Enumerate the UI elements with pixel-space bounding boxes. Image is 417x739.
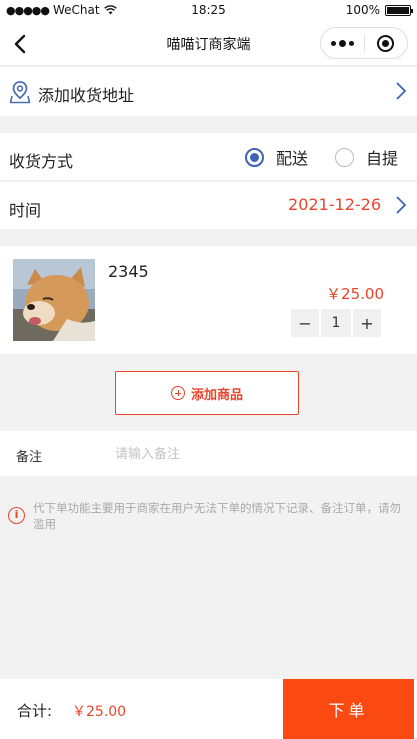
remark-label: 备注: [16, 450, 43, 465]
add-address-label: 添加收货地址: [38, 86, 135, 105]
product-image: [13, 259, 95, 341]
battery-icon: [385, 4, 413, 16]
notice: i 代下单功能主要用于商家在用户无法下单的情况下记录、备注订单，请勿滥用: [8, 500, 410, 532]
add-product-label: 添加商品: [190, 387, 243, 403]
delivery-method-row: 收货方式 配送 自提: [0, 133, 417, 181]
notice-text: 代下单功能主要用于商家在用户无法下单的情况下记录、备注订单，请勿滥用: [33, 501, 401, 531]
quantity-value[interactable]: 1: [321, 309, 351, 337]
more-dots-icon: [331, 39, 354, 47]
increase-button[interactable]: +: [353, 309, 381, 337]
total-label: 合计:: [17, 702, 53, 720]
total-value: ￥25.00: [72, 704, 127, 720]
delivery-method-label: 收货方式: [9, 152, 74, 171]
radio-delivery-label: 配送: [276, 149, 309, 168]
add-address-row[interactable]: 添加收货地址: [0, 67, 417, 116]
close-target-icon: [377, 34, 395, 52]
plus-circle-icon: [170, 386, 185, 400]
chevron-right-icon: [396, 82, 407, 100]
mini-program-capsule: [320, 27, 408, 59]
status-right: 100%: [345, 3, 413, 17]
product-item: 2345 ￥25.00 − 1 +: [0, 246, 417, 354]
battery-percent: 100%: [345, 3, 380, 17]
product-price: ￥25.00: [326, 285, 384, 303]
radio-pickup-label: 自提: [366, 149, 399, 168]
radio-delivery[interactable]: 配送: [245, 145, 308, 169]
radio-checked-icon: [245, 147, 264, 167]
remark-row: 备注: [0, 431, 417, 476]
time-label: 时间: [9, 201, 42, 220]
nav-bar: 喵喵订商家端: [0, 22, 417, 66]
time-row[interactable]: 时间 2021-12-26: [0, 182, 417, 229]
location-pin-icon: [9, 81, 31, 104]
status-bar: ●●●●● WeChat 18:25 100%: [0, 0, 417, 22]
decrease-button[interactable]: −: [291, 309, 319, 337]
chevron-right-icon: [396, 196, 407, 214]
product-name: 2345: [108, 262, 149, 281]
bottom-bar: 合计: ￥25.00 下单: [0, 679, 417, 739]
time-value: 2021-12-26: [288, 195, 381, 214]
radio-pickup[interactable]: 自提: [335, 145, 398, 169]
more-button[interactable]: [321, 28, 364, 58]
add-product-button[interactable]: 添加商品: [115, 371, 299, 415]
close-mini-program-button[interactable]: [365, 28, 407, 58]
info-icon: i: [8, 507, 25, 524]
quantity-stepper: − 1 +: [291, 309, 381, 337]
radio-unchecked-icon: [335, 147, 354, 167]
remark-input[interactable]: [115, 441, 395, 467]
submit-order-button[interactable]: 下单: [283, 679, 414, 739]
